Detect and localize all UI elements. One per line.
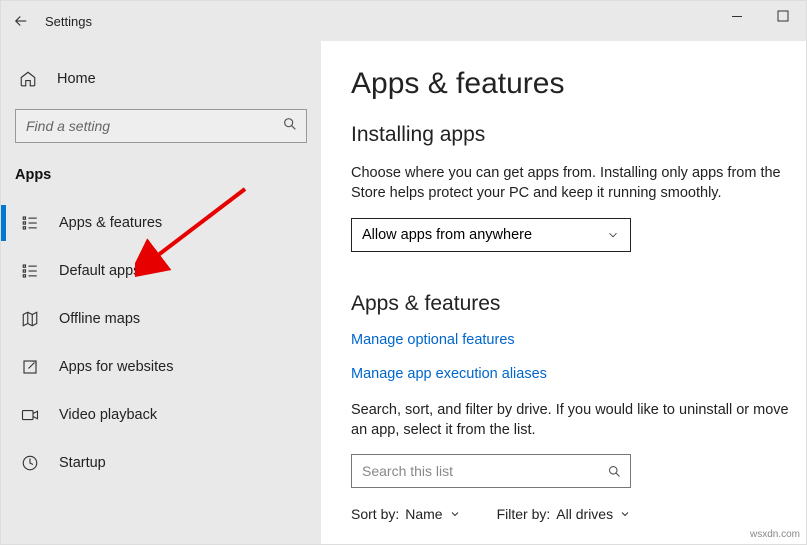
search-settings-field[interactable] xyxy=(16,118,306,134)
sidebar-item-label: Home xyxy=(57,71,96,87)
sidebar-item-label: Default apps xyxy=(59,263,140,279)
chevron-down-icon xyxy=(449,508,461,520)
search-icon xyxy=(607,464,622,479)
sidebar-item-default-apps[interactable]: Default apps xyxy=(1,247,321,295)
link-manage-optional-features[interactable]: Manage optional features xyxy=(351,332,790,348)
section-apps-features-title: Apps & features xyxy=(351,292,790,316)
sidebar-section-title: Apps xyxy=(1,159,321,199)
filter-by-control[interactable]: Filter by: All drives xyxy=(497,506,631,522)
home-icon xyxy=(17,70,39,88)
sidebar-item-label: Startup xyxy=(59,455,106,471)
sort-by-label: Sort by: xyxy=(351,506,399,522)
sidebar-item-label: Apps for websites xyxy=(59,359,173,375)
maximize-icon xyxy=(777,10,789,22)
chevron-down-icon xyxy=(619,508,631,520)
link-manage-execution-aliases[interactable]: Manage app execution aliases xyxy=(351,366,790,382)
back-arrow-icon xyxy=(12,12,30,30)
sort-by-control[interactable]: Sort by: Name xyxy=(351,506,461,522)
search-apps-placeholder: Search this list xyxy=(362,463,453,479)
window-title: Settings xyxy=(45,14,92,29)
map-icon xyxy=(19,310,41,328)
apps-list-description: Search, sort, and filter by drive. If yo… xyxy=(351,400,790,441)
search-icon xyxy=(282,116,298,132)
sidebar-item-apps-features[interactable]: Apps & features xyxy=(1,199,321,247)
open-external-icon xyxy=(19,358,41,376)
dropdown-value: Allow apps from anywhere xyxy=(362,227,532,243)
sidebar-item-startup[interactable]: Startup xyxy=(1,439,321,487)
sidebar-item-video-playback[interactable]: Video playback xyxy=(1,391,321,439)
filter-by-label: Filter by: xyxy=(497,506,551,522)
page-title: Apps & features xyxy=(351,67,790,101)
sort-by-value: Name xyxy=(405,506,442,522)
minimize-icon xyxy=(731,10,743,22)
minimize-button[interactable] xyxy=(714,1,760,31)
watermark: wsxdn.com xyxy=(750,529,800,540)
install-source-dropdown[interactable]: Allow apps from anywhere xyxy=(351,218,631,252)
search-apps-input[interactable]: Search this list xyxy=(351,454,631,488)
content-pane: Apps & features Installing apps Choose w… xyxy=(321,41,806,544)
chevron-down-icon xyxy=(606,228,620,242)
video-icon xyxy=(19,406,41,424)
maximize-button[interactable] xyxy=(760,1,806,31)
list-icon xyxy=(19,214,41,232)
sidebar-item-label: Video playback xyxy=(59,407,157,423)
section-installing-title: Installing apps xyxy=(351,123,790,147)
sidebar-item-label: Offline maps xyxy=(59,311,140,327)
installing-description: Choose where you can get apps from. Inst… xyxy=(351,163,790,204)
search-settings-input[interactable] xyxy=(15,109,307,143)
filter-by-value: All drives xyxy=(556,506,613,522)
sidebar-item-offline-maps[interactable]: Offline maps xyxy=(1,295,321,343)
startup-icon xyxy=(19,454,41,472)
sidebar-item-label: Apps & features xyxy=(59,215,162,231)
sidebar-item-apps-websites[interactable]: Apps for websites xyxy=(1,343,321,391)
sidebar: Home Apps Apps & features Default apps O… xyxy=(1,41,321,544)
sidebar-item-home[interactable]: Home xyxy=(1,59,321,99)
back-button[interactable] xyxy=(1,1,41,41)
defaults-icon xyxy=(19,262,41,280)
